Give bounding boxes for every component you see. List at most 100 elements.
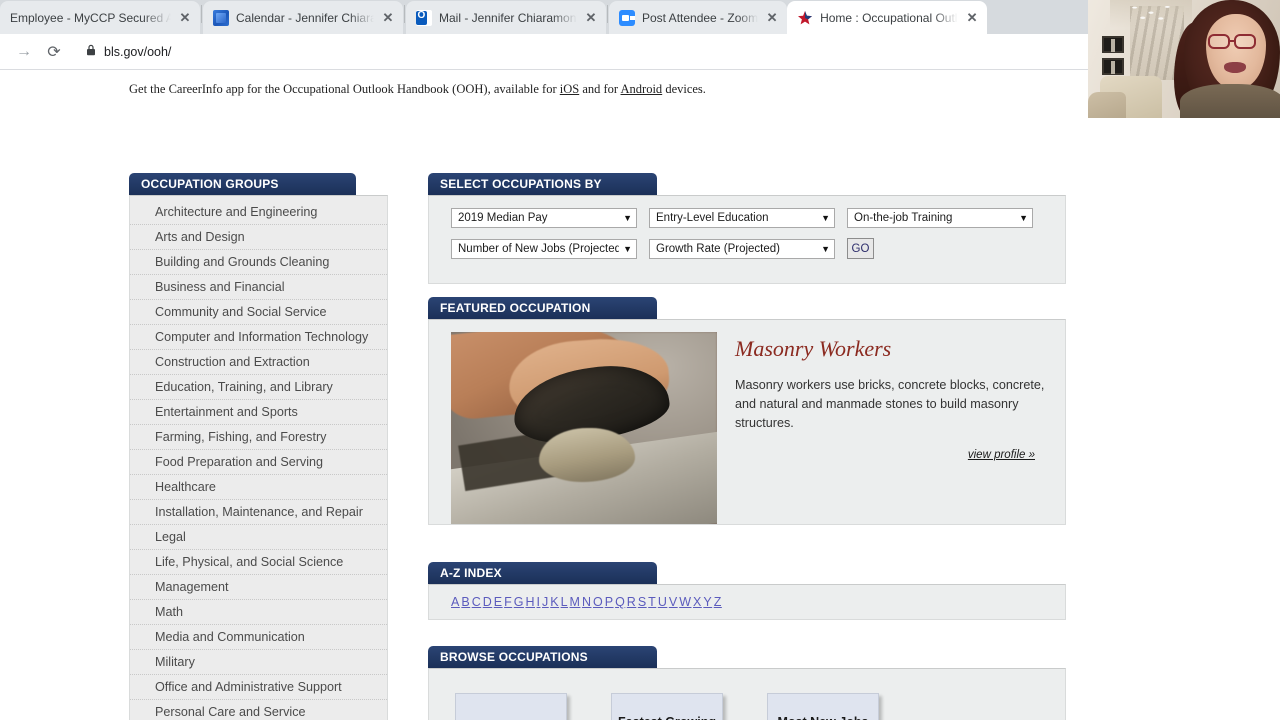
select-occupations-header: SELECT OCCUPATIONS BY [428,173,657,195]
az-letter-v[interactable]: V [669,595,678,609]
featured-occupation-title[interactable]: Masonry Workers [735,336,1051,362]
occupation-group-item[interactable]: Military [130,650,387,675]
az-letter-h[interactable]: H [525,595,535,609]
az-letter-o[interactable]: O [593,595,603,609]
address-bar-url: bls.gov/ooh/ [104,44,172,59]
az-letter-b[interactable]: B [461,595,470,609]
growth-rate-dropdown[interactable]: Growth Rate (Projected) ▼ [649,238,835,259]
app-note-text-3: devices. [662,82,706,96]
occupation-group-item[interactable]: Personal Care and Service [130,700,387,720]
highest-paying-button[interactable]: Highest Paying [455,693,567,720]
az-letter-n[interactable]: N [582,595,592,609]
az-letter-a[interactable]: A [451,595,460,609]
az-letter-c[interactable]: C [472,595,482,609]
view-profile-link[interactable]: view profile » [735,449,1051,461]
most-new-jobs-button[interactable]: Most New Jobs (Projected) [767,693,879,720]
az-letter-s[interactable]: S [638,595,647,609]
entry-level-education-dropdown[interactable]: Entry-Level Education ▼ [649,208,835,228]
az-letter-l[interactable]: L [561,595,568,609]
occupation-group-item[interactable]: Computer and Information Technology [130,325,387,350]
az-letter-q[interactable]: Q [615,595,625,609]
dropdown-value: 2019 Median Pay [458,212,548,224]
browse-occupations-header: BROWSE OCCUPATIONS [428,646,657,668]
reload-icon[interactable]: ⟳ [40,38,68,66]
occupation-group-item[interactable]: Healthcare [130,475,387,500]
az-letter-x[interactable]: X [693,595,702,609]
occupation-group-item[interactable]: Life, Physical, and Social Science [130,550,387,575]
occupation-group-item[interactable]: Architecture and Engineering [130,200,387,225]
az-letter-e[interactable]: E [494,595,503,609]
on-the-job-training-dropdown[interactable]: On-the-job Training ▼ [847,208,1033,228]
chevron-down-icon: ▼ [623,243,632,254]
close-icon[interactable]: ✕ [765,10,779,26]
close-icon[interactable]: ✕ [965,10,979,26]
occupation-group-item[interactable]: Legal [130,525,387,550]
browser-tab-employee-myccp[interactable]: Employee - MyCCP Secured Ar ✕ [0,1,200,34]
occupation-group-item[interactable]: Media and Communication [130,625,387,650]
close-icon[interactable]: ✕ [584,10,598,26]
browser-window: Employee - MyCCP Secured Ar ✕ Calendar -… [0,0,1280,720]
occupation-group-item[interactable]: Entertainment and Sports [130,400,387,425]
occupation-group-item[interactable]: Food Preparation and Serving [130,450,387,475]
az-letter-t[interactable]: T [648,595,656,609]
chevron-down-icon: ▼ [1019,213,1028,223]
az-letter-w[interactable]: W [679,595,691,609]
masonry-worker-photo [451,332,717,524]
az-letter-i[interactable]: I [537,595,541,609]
zoom-icon [619,9,635,26]
az-letter-j[interactable]: J [542,595,549,609]
median-pay-dropdown[interactable]: 2019 Median Pay ▼ [451,208,637,228]
az-letter-y[interactable]: Y [703,595,712,609]
app-note-text-1: Get the CareerInfo app for the Occupatio… [129,82,560,96]
number-of-new-jobs-dropdown[interactable]: Number of New Jobs (Projected) ▼ [451,238,637,259]
fastest-growing-button[interactable]: Fastest Growing (Projected) [611,693,723,720]
az-letter-k[interactable]: K [550,595,559,609]
occupation-group-item[interactable]: Education, Training, and Library [130,375,387,400]
chevron-down-icon: ▼ [623,213,632,223]
occupation-group-item[interactable]: Math [130,600,387,625]
occupation-groups-list: Architecture and Engineering Arts and Des… [129,195,388,720]
occupation-groups-panel: OCCUPATION GROUPS Architecture and Engin… [129,173,388,720]
occupation-group-item[interactable]: Business and Financial [130,275,387,300]
az-index-panel: A-Z INDEX ABCDEFGHIJKLMNOPQRSTUVWXYZ [428,562,1066,620]
close-icon[interactable]: ✕ [381,10,395,26]
browser-tab-zoom[interactable]: Post Attendee - Zoom ✕ [609,1,788,34]
occupation-group-item[interactable]: Installation, Maintenance, and Repair [130,500,387,525]
featured-occupation-panel: FEATURED OCCUPATION Masonry Workers Maso… [428,297,1066,525]
occupation-group-item[interactable]: Building and Grounds Cleaning [130,250,387,275]
az-letter-f[interactable]: F [504,595,512,609]
ios-link[interactable]: iOS [560,82,579,96]
android-link[interactable]: Android [621,82,663,96]
browser-tab-occupational-outlook[interactable]: Home : Occupational Outlook ✕ [787,1,988,34]
calendar-icon [213,9,229,26]
featured-occupation-text: Masonry Workers Masonry workers use bric… [735,332,1051,510]
go-button[interactable]: GO [847,238,874,259]
az-letter-d[interactable]: D [483,595,493,609]
featured-occupation-description: Masonry workers use bricks, concrete blo… [735,378,1045,430]
dropdown-value: On-the-job Training [854,212,953,224]
occupation-group-item[interactable]: Office and Administrative Support [130,675,387,700]
tab-title: Mail - Jennifer Chiaramonti - O [439,10,577,25]
lock-icon [86,44,96,59]
occupation-group-item[interactable]: Construction and Extraction [130,350,387,375]
occupation-group-item[interactable]: Arts and Design [130,225,387,250]
select-occupations-row-1: 2019 Median Pay ▼ Entry-Level Education … [451,208,1065,228]
az-letter-z[interactable]: Z [714,595,722,609]
webcam-video-overlay[interactable] [1088,0,1280,118]
browser-tab-mail[interactable]: Mail - Jennifer Chiaramonti - O ✕ [406,1,606,34]
occupation-group-item[interactable]: Community and Social Service [130,300,387,325]
forward-icon[interactable]: → [10,38,38,66]
occupation-group-item[interactable]: Management [130,575,387,600]
occupation-group-item[interactable]: Farming, Fishing, and Forestry [130,425,387,450]
az-index-header: A-Z INDEX [428,562,657,584]
az-letter-g[interactable]: G [514,595,524,609]
az-letter-p[interactable]: P [605,595,614,609]
az-letter-r[interactable]: R [627,595,637,609]
tab-divider [404,4,405,23]
tab-title: Employee - MyCCP Secured Ar [10,10,171,25]
az-letter-u[interactable]: U [658,595,668,609]
tab-divider [607,4,608,23]
az-letter-m[interactable]: M [570,595,581,609]
browser-tab-calendar[interactable]: Calendar - Jennifer Chiaramon ✕ [203,1,403,34]
close-icon[interactable]: ✕ [178,10,192,26]
